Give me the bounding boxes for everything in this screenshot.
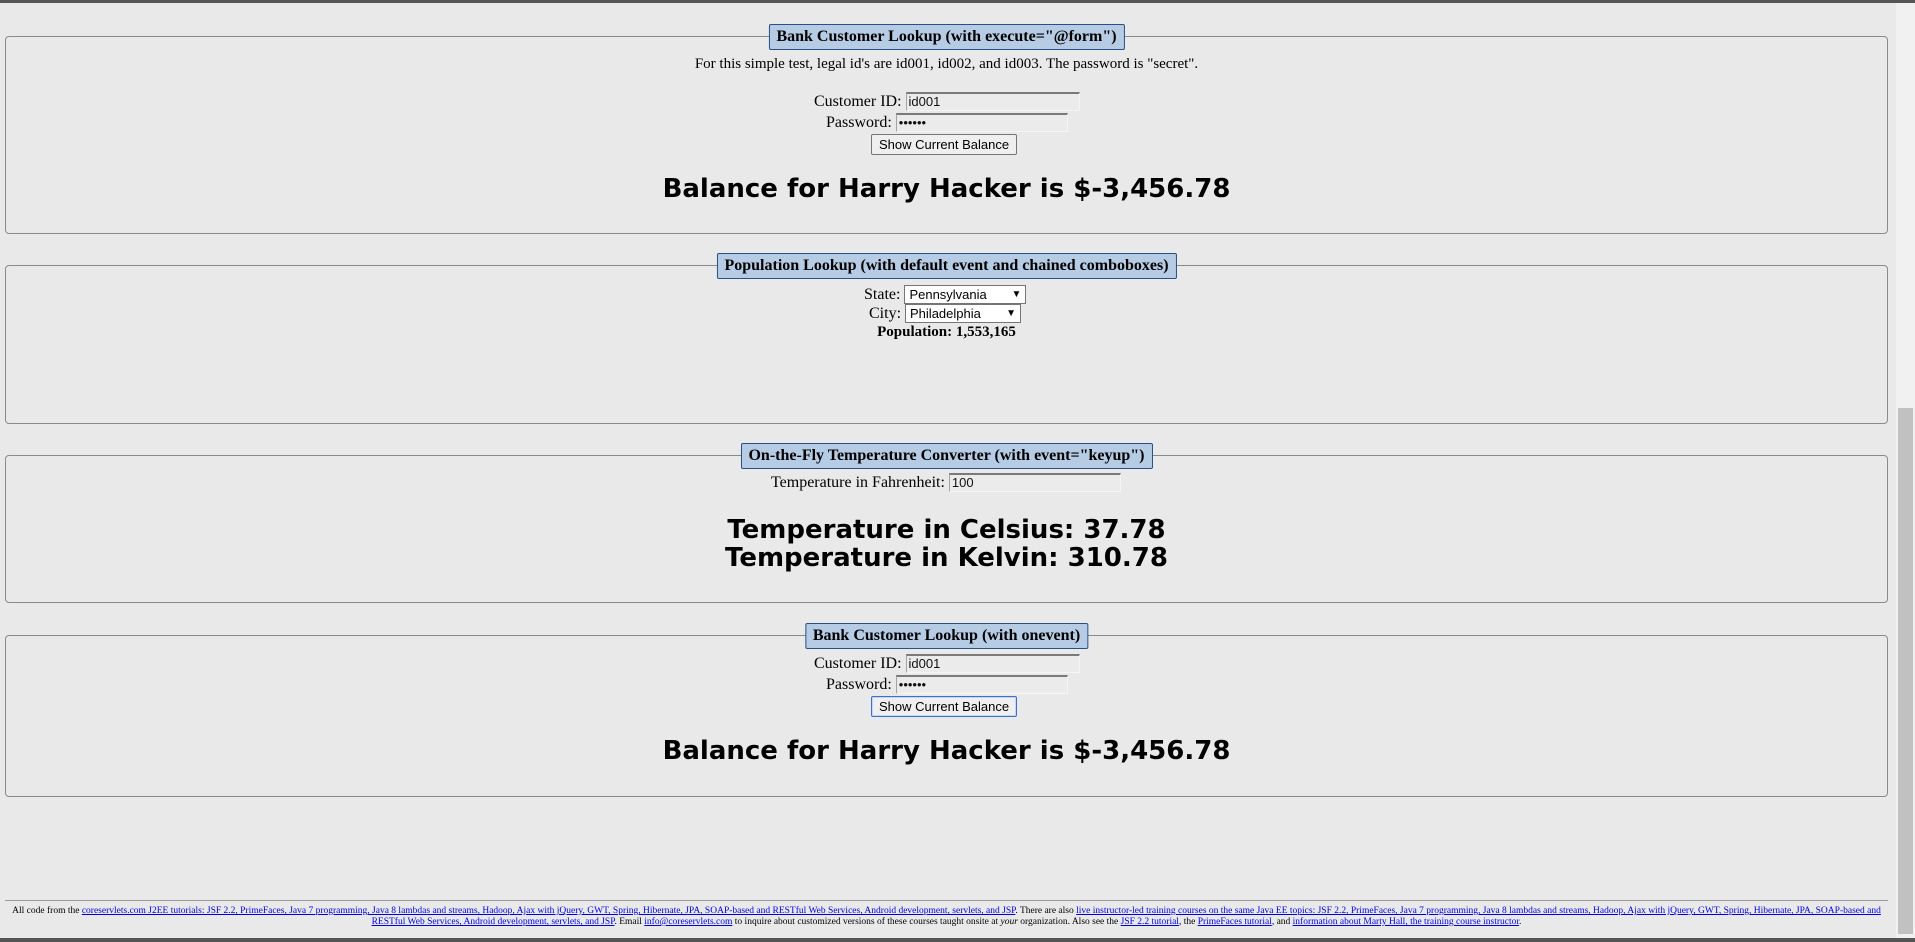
- footer-text: , and: [1271, 917, 1293, 927]
- password-label: Password:: [826, 114, 892, 131]
- onevent-customer-id-row: Customer ID: id001: [814, 654, 1080, 673]
- content-area: Bank Customer Lookup (with execute="@for…: [0, 3, 1896, 938]
- customer-id-label: Customer ID:: [814, 93, 902, 110]
- footer-link-primefaces-tutorial[interactable]: PrimeFaces tutorial: [1198, 917, 1272, 927]
- footer-link-jsf-tutorial[interactable]: JSF 2.2 tutorial: [1121, 917, 1179, 927]
- chevron-down-icon: ▼: [1011, 289, 1022, 300]
- city-select-value: Philadelphia: [910, 306, 981, 321]
- celsius-result: Temperature in Celsius: 37.78: [727, 515, 1166, 545]
- population-result: Population: 1,553,165: [877, 324, 1016, 340]
- state-select[interactable]: Pennsylvania ▼: [904, 285, 1027, 304]
- scrollbar-thumb[interactable]: [1898, 408, 1913, 934]
- bank-form-panel: Bank Customer Lookup (with execute="@for…: [5, 24, 1888, 234]
- onevent-password-label: Password:: [826, 676, 892, 693]
- state-label: State:: [864, 286, 901, 303]
- population-panel: Population Lookup (with default event an…: [5, 253, 1888, 424]
- bank-form-intro: For this simple test, legal id's are id0…: [694, 56, 1199, 72]
- state-row: State: Pennsylvania ▼: [864, 285, 1027, 304]
- footer-text: .: [1519, 917, 1522, 927]
- footer-link-email[interactable]: info@coreservlets.com: [644, 917, 732, 927]
- bank-form-legend: Bank Customer Lookup (with execute="@for…: [768, 24, 1125, 50]
- onevent-password-input[interactable]: ••••••: [895, 675, 1068, 694]
- footer: All code from the coreservlets.com J2EE …: [5, 906, 1888, 928]
- password-input[interactable]: ••••••: [895, 113, 1068, 132]
- footer-text: to inquire about customized versions of …: [732, 917, 1001, 927]
- footer-text: , the: [1178, 917, 1198, 927]
- customer-id-input[interactable]: id001: [905, 92, 1080, 111]
- city-select[interactable]: Philadelphia ▼: [905, 304, 1022, 323]
- temperature-legend: On-the-Fly Temperature Converter (with e…: [740, 443, 1153, 469]
- city-row: City: Philadelphia ▼: [869, 304, 1022, 323]
- footer-emphasis: your: [1000, 917, 1018, 927]
- population-legend: Population Lookup (with default event an…: [716, 253, 1177, 279]
- onevent-customer-id-input[interactable]: id001: [905, 654, 1080, 673]
- bank-form-balance-result: Balance for Harry Hacker is $-3,456.78: [662, 174, 1231, 204]
- temperature-panel: On-the-Fly Temperature Converter (with e…: [5, 443, 1888, 603]
- fahrenheit-label: Temperature in Fahrenheit:: [771, 474, 945, 491]
- onevent-customer-id-label: Customer ID:: [814, 655, 902, 672]
- page: Bank Customer Lookup (with execute="@for…: [0, 0, 1915, 942]
- onevent-show-balance-button[interactable]: Show Current Balance: [871, 696, 1018, 717]
- footer-divider: [5, 900, 1888, 901]
- footer-text: . Email: [614, 917, 645, 927]
- onevent-password-row: Password: ••••••: [826, 675, 1068, 694]
- onevent-show-balance-row: Show Current Balance: [871, 696, 1018, 717]
- bank-onevent-panel: Bank Customer Lookup (with onevent) Cust…: [5, 623, 1888, 797]
- footer-link-tutorials[interactable]: coreservlets.com J2EE tutorials: JSF 2.2…: [82, 906, 1016, 916]
- footer-text: . There are also: [1015, 906, 1077, 916]
- onevent-balance-result: Balance for Harry Hacker is $-3,456.78: [662, 736, 1231, 766]
- bank-onevent-legend: Bank Customer Lookup (with onevent): [804, 623, 1089, 649]
- fahrenheit-input[interactable]: 100: [948, 473, 1121, 492]
- show-balance-button[interactable]: Show Current Balance: [871, 134, 1018, 155]
- customer-id-row: Customer ID: id001: [814, 92, 1080, 111]
- state-select-value: Pennsylvania: [909, 287, 987, 302]
- footer-text: All code from the: [12, 906, 82, 916]
- footer-link-instructor[interactable]: information about Marty Hall, the traini…: [1293, 917, 1519, 927]
- kelvin-result: Temperature in Kelvin: 310.78: [725, 543, 1168, 573]
- fahrenheit-row: Temperature in Fahrenheit: 100: [771, 473, 1121, 492]
- footer-text: organization. Also see the: [1017, 917, 1121, 927]
- city-label: City:: [869, 305, 902, 322]
- chevron-down-icon: ▼: [1006, 308, 1017, 319]
- vertical-scrollbar[interactable]: [1896, 3, 1915, 938]
- password-row: Password: ••••••: [826, 113, 1068, 132]
- show-balance-row: Show Current Balance: [871, 134, 1018, 155]
